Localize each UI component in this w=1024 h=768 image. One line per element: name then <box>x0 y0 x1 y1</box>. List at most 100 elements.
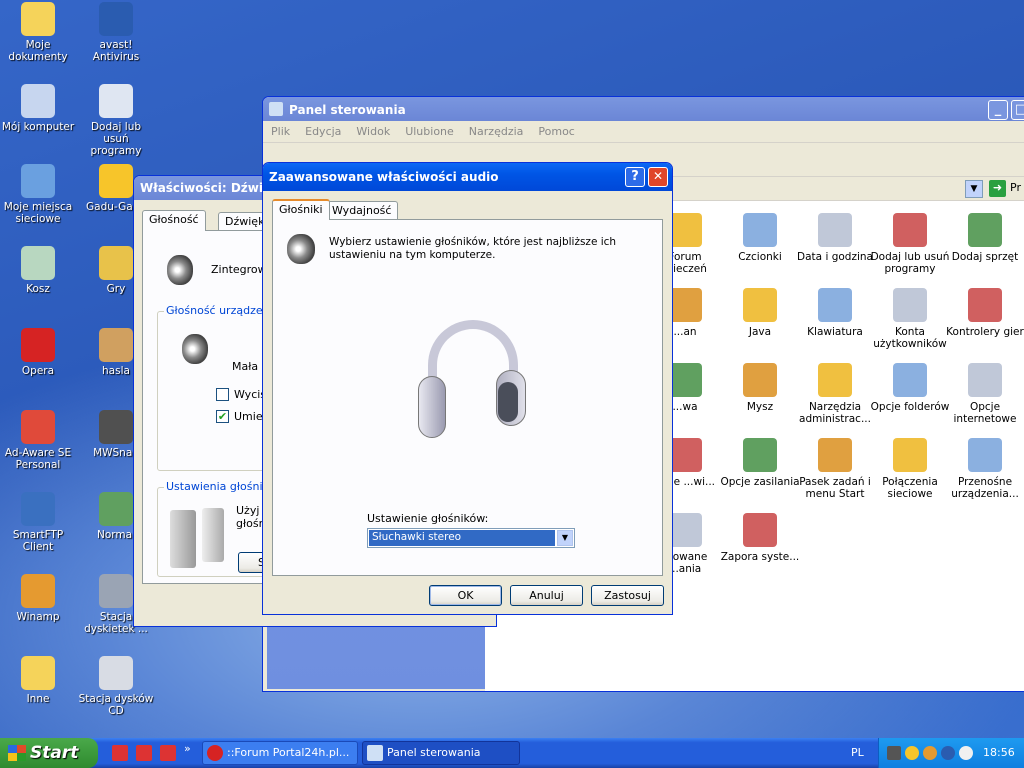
instruction-text: Wybierz ustawienie głośników, które jest… <box>329 236 617 261</box>
quick-launch-chevron[interactable]: » <box>184 742 191 755</box>
ok-button[interactable]: OK <box>429 585 502 606</box>
control-panel-item-label: Czcionki <box>738 251 782 263</box>
taskbar-item-forum[interactable]: ::Forum Portal24h.pl... <box>202 741 358 765</box>
control-panel-item[interactable]: Narzędzia administrac... <box>795 363 875 425</box>
go-button[interactable]: ➜ Pr <box>989 180 1024 198</box>
internet-options-icon <box>968 363 1002 397</box>
advanced-audio-titlebar[interactable]: Zaawansowane właściwości audio <box>263 163 672 191</box>
control-panel-item-label: Połączenia sieciowe <box>882 476 938 500</box>
close-button[interactable]: ✕ <box>648 167 668 187</box>
firewall-icon <box>743 513 777 547</box>
speakers-icon <box>168 506 228 568</box>
apply-button[interactable]: Zastosuj <box>591 585 664 606</box>
speaker-setting-select[interactable]: Słuchawki stereo ▼ <box>367 528 575 548</box>
control-panel-item[interactable]: Czcionki <box>720 213 800 263</box>
control-panel-item[interactable]: Połączenia sieciowe <box>870 438 950 500</box>
desktop-icon-label: Mój komputer <box>1 121 75 133</box>
cd-icon <box>99 656 133 690</box>
control-panel-item-label: Przenośne urządzenia... <box>951 476 1019 500</box>
go-label: Pr <box>1010 181 1021 194</box>
language-indicator[interactable]: PL <box>851 746 864 759</box>
control-panel-item-label: Dodaj sprzęt <box>951 251 1019 263</box>
desktop-icon[interactable]: SmartFTP Client <box>0 492 76 553</box>
control-panel-item[interactable]: Mysz <box>720 363 800 413</box>
control-panel-item[interactable]: Kontrolery gier <box>945 288 1024 338</box>
tray-shield-icon[interactable] <box>923 746 937 760</box>
control-panel-title: Panel sterowania <box>289 103 406 117</box>
control-panel-item[interactable]: Klawiatura <box>795 288 875 338</box>
desktop-icon[interactable]: Winamp <box>0 574 76 623</box>
menu-item[interactable]: Ulubione <box>405 125 454 138</box>
start-button[interactable]: Start <box>0 738 98 768</box>
scanner-icon <box>668 288 702 322</box>
place-icon-checkbox[interactable]: ✔ <box>216 410 229 423</box>
cancel-button[interactable]: Anuluj <box>510 585 583 606</box>
tray-avast-icon[interactable] <box>959 746 973 760</box>
control-panel-item[interactable]: Dodaj lub usuń programy <box>870 213 950 275</box>
tray-sun-icon[interactable] <box>905 746 919 760</box>
control-panel-item[interactable]: Przenośne urządzenia... <box>945 438 1024 500</box>
menu-item[interactable]: Edycja <box>305 125 341 138</box>
desktop-icon-label: Winamp <box>16 611 60 623</box>
desktop-icon-label: Ad-Aware SE Personal <box>4 447 72 471</box>
control-panel-titlebar[interactable]: Panel sterowania <box>263 97 1024 121</box>
tab-volume[interactable]: Głośność <box>142 210 206 231</box>
recycle-bin-icon <box>21 246 55 280</box>
minimize-button[interactable]: _ <box>988 100 1008 120</box>
users-icon <box>893 288 927 322</box>
menu-item[interactable]: Pomoc <box>538 125 574 138</box>
control-panel-item-label: Opcje zasilania <box>720 476 800 488</box>
hardware-icon <box>968 213 1002 247</box>
desktop-icon[interactable]: avast! Antivirus <box>78 2 154 63</box>
menu-item[interactable]: Narzędzia <box>469 125 524 138</box>
desktop-icon[interactable]: Moje dokumenty <box>0 2 76 63</box>
control-panel-item[interactable]: Zapora syste... <box>720 513 800 563</box>
control-panel-item[interactable]: Konta użytkowników <box>870 288 950 350</box>
quick-launch-icon[interactable] <box>112 745 128 761</box>
chevron-down-icon[interactable]: ▼ <box>557 530 573 546</box>
control-panel-item[interactable]: Data i godzina <box>795 213 875 263</box>
control-panel-item[interactable]: Pasek zadań i menu Start <box>795 438 875 500</box>
network-icon <box>21 164 55 198</box>
control-panel-item[interactable]: Dodaj sprzęt <box>945 213 1024 263</box>
desktop-icon[interactable]: Ad-Aware SE Personal <box>0 410 76 471</box>
keys-icon <box>99 328 133 362</box>
desktop-icon-label: Dodaj lub usuń programy <box>90 121 142 157</box>
hat-icon <box>99 492 133 526</box>
advanced-audio-title: Zaawansowane właściwości audio <box>269 170 499 184</box>
help-button[interactable]: ? <box>625 167 645 187</box>
camera-icon <box>99 410 133 444</box>
tray-info-icon[interactable] <box>941 746 955 760</box>
control-panel-item[interactable]: Java <box>720 288 800 338</box>
control-panel-item-label: Dodaj lub usuń programy <box>870 251 950 275</box>
desktop-icon[interactable]: Mój komputer <box>0 84 76 133</box>
address-dropdown-button[interactable]: ▼ <box>965 180 983 198</box>
volume-low-label: Mała <box>232 360 259 373</box>
tab-performance[interactable]: Wydajność <box>325 201 399 220</box>
desktop-icon[interactable]: Opera <box>0 328 76 377</box>
mute-checkbox[interactable] <box>216 388 229 401</box>
task-label: Panel sterowania <box>387 746 481 759</box>
desktop-icon-label: Kosz <box>26 283 50 295</box>
desktop-icon[interactable]: Kosz <box>0 246 76 295</box>
control-panel-item[interactable]: Opcje zasilania <box>720 438 800 488</box>
desktop-icon[interactable]: Inne <box>0 656 76 705</box>
tab-speakers[interactable]: Głośniki <box>272 199 330 220</box>
menu-item[interactable]: Widok <box>356 125 390 138</box>
quick-launch-icon[interactable] <box>136 745 152 761</box>
control-panel-item[interactable]: Opcje folderów <box>870 363 950 413</box>
control-panel-item-label: Konta użytkowników <box>873 326 947 350</box>
desktop-icon[interactable]: Moje miejsca sieciowe <box>0 164 76 225</box>
clock-icon <box>818 213 852 247</box>
desktop-icon[interactable]: Stacja dysków CD <box>78 656 154 717</box>
quick-launch-icon[interactable] <box>160 745 176 761</box>
control-panel-item-label: Opcje folderów <box>870 401 950 413</box>
menu-item[interactable]: Plik <box>271 125 290 138</box>
maximize-button[interactable]: □ <box>1011 100 1024 120</box>
power-icon <box>743 438 777 472</box>
control-panel-item[interactable]: Opcje internetowe <box>945 363 1024 425</box>
taskbar-item-control-panel[interactable]: Panel sterowania <box>362 741 520 765</box>
tray-camera-icon[interactable] <box>887 746 901 760</box>
desktop-icon[interactable]: Dodaj lub usuń programy <box>78 84 154 157</box>
folder-icon <box>21 656 55 690</box>
